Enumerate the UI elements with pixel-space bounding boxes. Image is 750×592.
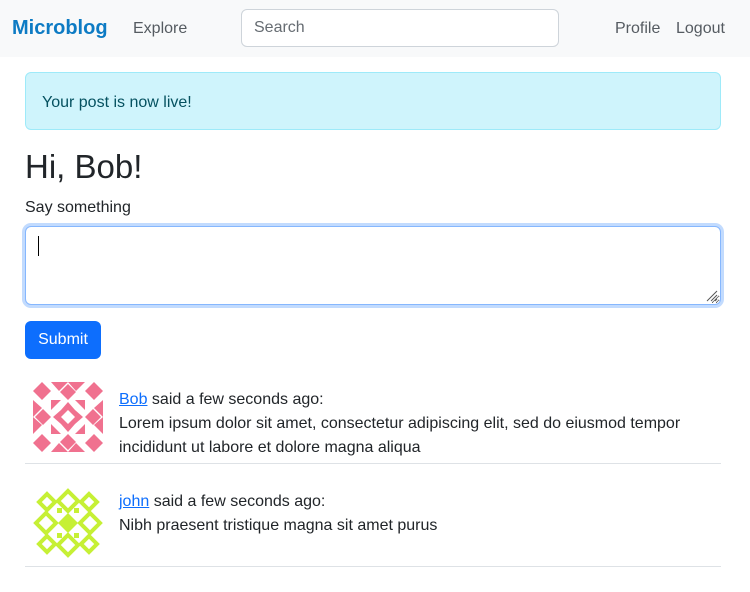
post-body: john said a few seconds ago: Nibh praese…: [119, 490, 719, 538]
avatar[interactable]: [33, 382, 103, 452]
post-item: john said a few seconds ago: Nibh praese…: [25, 478, 721, 567]
flash-alert: Your post is now live!: [25, 72, 721, 130]
avatar[interactable]: [33, 488, 103, 558]
post-timestamp: said a few seconds ago:: [151, 391, 324, 408]
brand-link[interactable]: Microblog: [12, 17, 108, 40]
post-field-label: Say something: [25, 199, 131, 216]
post-timestamp: said a few seconds ago:: [153, 493, 326, 510]
nav-profile-link[interactable]: Profile: [615, 20, 660, 38]
text-caret: [38, 236, 39, 256]
search-input[interactable]: [241, 9, 559, 47]
post-textarea[interactable]: [25, 226, 721, 305]
page-title: Hi, Bob!: [25, 148, 143, 185]
nav-logout-link[interactable]: Logout: [676, 20, 725, 38]
navbar: Microblog Explore Profile Logout: [0, 0, 750, 57]
post-author-link[interactable]: john: [119, 493, 149, 510]
resize-grip-icon[interactable]: [705, 289, 718, 302]
post-text: Lorem ipsum dolor sit amet, consectetur …: [119, 415, 681, 456]
post-item: Bob said a few seconds ago: Lorem ipsum …: [25, 374, 721, 464]
submit-button[interactable]: Submit: [25, 321, 101, 359]
nav-explore-link[interactable]: Explore: [133, 20, 187, 38]
post-text: Nibh praesent tristique magna sit amet p…: [119, 517, 438, 534]
post-body: Bob said a few seconds ago: Lorem ipsum …: [119, 388, 719, 460]
post-author-link[interactable]: Bob: [119, 391, 147, 408]
